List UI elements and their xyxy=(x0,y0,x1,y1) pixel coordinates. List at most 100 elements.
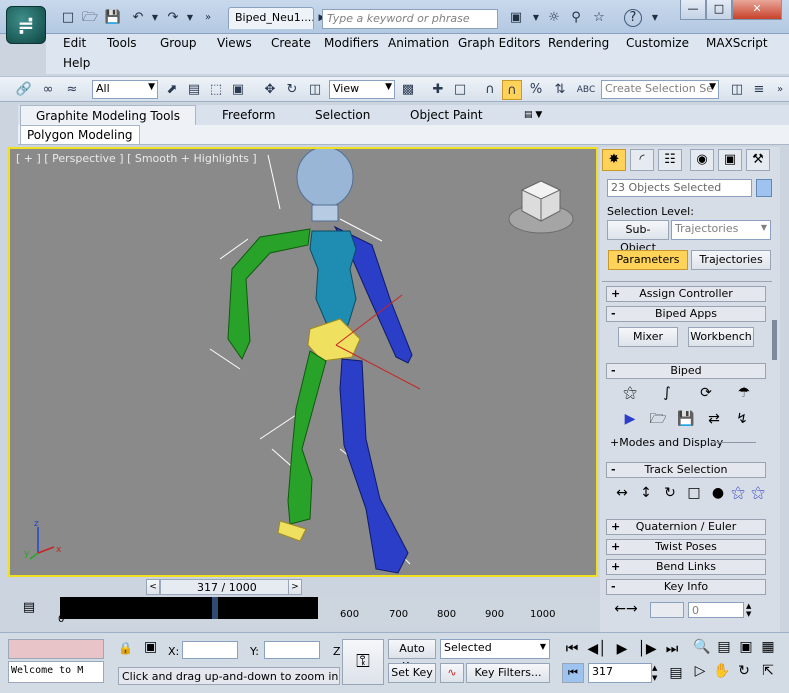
pan-view-icon[interactable]: ✋ xyxy=(710,661,734,681)
sub-object-button[interactable]: Sub-Object xyxy=(607,220,669,254)
zoom-icon[interactable]: 🔍 xyxy=(690,637,714,657)
figure-mode-icon[interactable]: ⚝ xyxy=(618,383,642,403)
track-bar[interactable]: 0 600 700 800 900 1000 xyxy=(58,597,600,627)
workbench-button[interactable]: Workbench xyxy=(688,327,754,347)
key-filters-button[interactable]: Key Filters... xyxy=(466,663,550,683)
close-button[interactable]: ✕ xyxy=(732,0,782,20)
select-opposite-icon[interactable]: ⚝ xyxy=(746,483,770,503)
save-file-icon[interactable]: 💾 xyxy=(674,409,698,429)
open-file-icon[interactable]: 🗁 xyxy=(80,8,100,28)
default-tangents-icon[interactable]: ∿ xyxy=(440,663,464,683)
menu-customize[interactable]: Customize xyxy=(626,36,689,50)
time-next-button[interactable]: > xyxy=(288,579,302,595)
create-tab-icon[interactable]: ✸ xyxy=(602,149,626,171)
redo-dropdown-icon[interactable]: ▼ xyxy=(180,8,200,28)
tab-object-paint[interactable]: Object Paint xyxy=(400,105,493,125)
menu-help[interactable]: Help xyxy=(63,56,90,70)
mixer-button[interactable]: Mixer xyxy=(618,327,678,347)
y-coordinate-field[interactable] xyxy=(264,641,320,659)
select-link-icon[interactable]: 🔗 xyxy=(14,80,34,100)
tab-graphite-modeling-tools[interactable]: Graphite Modeling Tools xyxy=(20,105,196,125)
rollup-biped-apps[interactable]: - Biped Apps xyxy=(606,306,766,322)
set-key-button[interactable]: Set Key xyxy=(388,663,436,683)
selection-lock-icon[interactable]: 🔒 xyxy=(118,641,133,655)
help-icon[interactable]: ? xyxy=(624,9,642,27)
named-selection-input[interactable]: Create Selection Se ▼ xyxy=(601,80,719,99)
key-number-field[interactable] xyxy=(650,602,684,618)
favorites-star-icon[interactable]: ☆ xyxy=(589,8,609,28)
select-manipulate-icon[interactable]: ✚ xyxy=(428,80,448,100)
rollup-assign-controller[interactable]: + Assign Controller xyxy=(606,286,766,302)
maxscript-mini-listener-input[interactable] xyxy=(8,639,104,659)
key-prev-next-icon[interactable]: ←→ xyxy=(614,599,638,619)
previous-frame-icon[interactable]: ◀│ xyxy=(585,639,609,659)
body-rotation-icon[interactable]: ↻ xyxy=(658,483,682,503)
keyboard-shortcut-override-icon[interactable]: □ xyxy=(450,80,470,100)
key-mode-toggle-icon[interactable]: ⏮ xyxy=(562,663,584,683)
scale-icon[interactable]: ◫ xyxy=(305,80,325,100)
pivot-center-icon[interactable]: ▩ xyxy=(398,80,418,100)
window-crossing-icon[interactable]: ▣ xyxy=(228,80,248,100)
current-frame-field[interactable]: 317 xyxy=(588,663,652,683)
time-prev-button[interactable]: < xyxy=(146,579,160,595)
search-dropdown-icon[interactable]: ▼ xyxy=(526,8,546,28)
zoom-all-icon[interactable]: ▤ xyxy=(712,637,736,657)
rotate-icon[interactable]: ↻ xyxy=(282,80,302,100)
undo-dropdown-icon[interactable]: ▼ xyxy=(145,8,165,28)
zoom-extents-icon[interactable]: ▣ xyxy=(734,637,758,657)
snap-toggle-icon[interactable]: ∩ xyxy=(480,80,500,100)
select-by-name-icon[interactable]: ▤ xyxy=(184,80,204,100)
rectangle-selection-icon[interactable]: ⬚ xyxy=(206,80,226,100)
reference-coordinate-select[interactable]: View ▼ xyxy=(329,80,395,99)
modes-display-label[interactable]: +Modes and Display xyxy=(610,436,723,449)
angle-snap-icon[interactable]: ∩ xyxy=(502,80,522,100)
load-file-icon[interactable]: 🗁 xyxy=(646,409,670,429)
modify-tab-icon[interactable]: ◜ xyxy=(630,149,654,171)
open-mini-curve-editor-icon[interactable]: ▤ xyxy=(18,600,40,620)
maxscript-listener-output[interactable]: Welcome to M xyxy=(8,661,104,683)
menu-views[interactable]: Views xyxy=(217,36,252,50)
biped-figure[interactable] xyxy=(10,149,598,577)
object-color-swatch[interactable] xyxy=(756,179,772,197)
orbit-icon[interactable]: ↻ xyxy=(732,661,756,681)
menu-rendering[interactable]: Rendering xyxy=(548,36,609,50)
menu-animation[interactable]: Animation xyxy=(388,36,449,50)
maximize-button[interactable]: □ xyxy=(706,0,732,20)
convert-icon[interactable]: ⇄ xyxy=(702,409,726,429)
subscription-icon[interactable]: ☼ xyxy=(544,8,564,28)
motion-flow-icon[interactable]: ⟳ xyxy=(694,383,718,403)
motion-tab-icon[interactable]: ◉ xyxy=(690,149,714,171)
utilities-tab-icon[interactable]: ⚒ xyxy=(746,149,770,171)
tab-selection[interactable]: Selection xyxy=(305,105,380,125)
key-info-field[interactable]: 0 xyxy=(688,602,744,618)
quick-access-more-icon[interactable]: » xyxy=(198,8,218,28)
save-file-icon[interactable]: 💾 xyxy=(103,8,123,28)
play-icon[interactable]: ▶ xyxy=(610,639,634,659)
selection-set-select[interactable]: Selected ▼ xyxy=(440,639,550,659)
absolute-mode-icon[interactable]: ▣ xyxy=(144,639,157,655)
hierarchy-tab-icon[interactable]: ☷ xyxy=(658,149,682,171)
help-dropdown-icon[interactable]: ▼ xyxy=(645,8,665,28)
footstep-mode-icon[interactable]: ∫ xyxy=(655,383,679,403)
spinner-snap-icon[interactable]: ⇅ xyxy=(550,80,570,100)
bind-space-warp-icon[interactable]: ≈ xyxy=(62,80,82,100)
menu-tools[interactable]: Tools xyxy=(107,36,137,50)
menu-modifiers[interactable]: Modifiers xyxy=(324,36,379,50)
selection-count-field[interactable]: 23 Objects Selected xyxy=(607,179,752,197)
menu-edit[interactable]: Edit xyxy=(63,36,86,50)
parameters-button[interactable]: Parameters xyxy=(608,250,688,270)
move-all-mode-icon[interactable]: ↯ xyxy=(730,409,754,429)
new-file-icon[interactable]: □ xyxy=(58,8,78,28)
x-coordinate-field[interactable] xyxy=(182,641,238,659)
toolbar-more-icon[interactable]: » xyxy=(770,80,789,100)
tab-polygon-modeling[interactable]: Polygon Modeling xyxy=(20,125,140,145)
percent-snap-icon[interactable]: % xyxy=(526,80,546,100)
mirror-icon[interactable]: ◫ xyxy=(727,80,747,100)
body-horizontal-icon[interactable]: ↔ xyxy=(610,483,634,503)
ribbon-options-icon[interactable]: ▤ ▼ xyxy=(514,105,552,125)
frame-spinner-icon[interactable]: ▲ ▼ xyxy=(652,663,662,683)
move-icon[interactable]: ✥ xyxy=(260,80,280,100)
lock-cog-icon[interactable]: □ xyxy=(682,483,706,503)
select-object-icon[interactable]: ⬈ xyxy=(162,80,182,100)
command-panel-scrollbar[interactable] xyxy=(772,320,777,360)
